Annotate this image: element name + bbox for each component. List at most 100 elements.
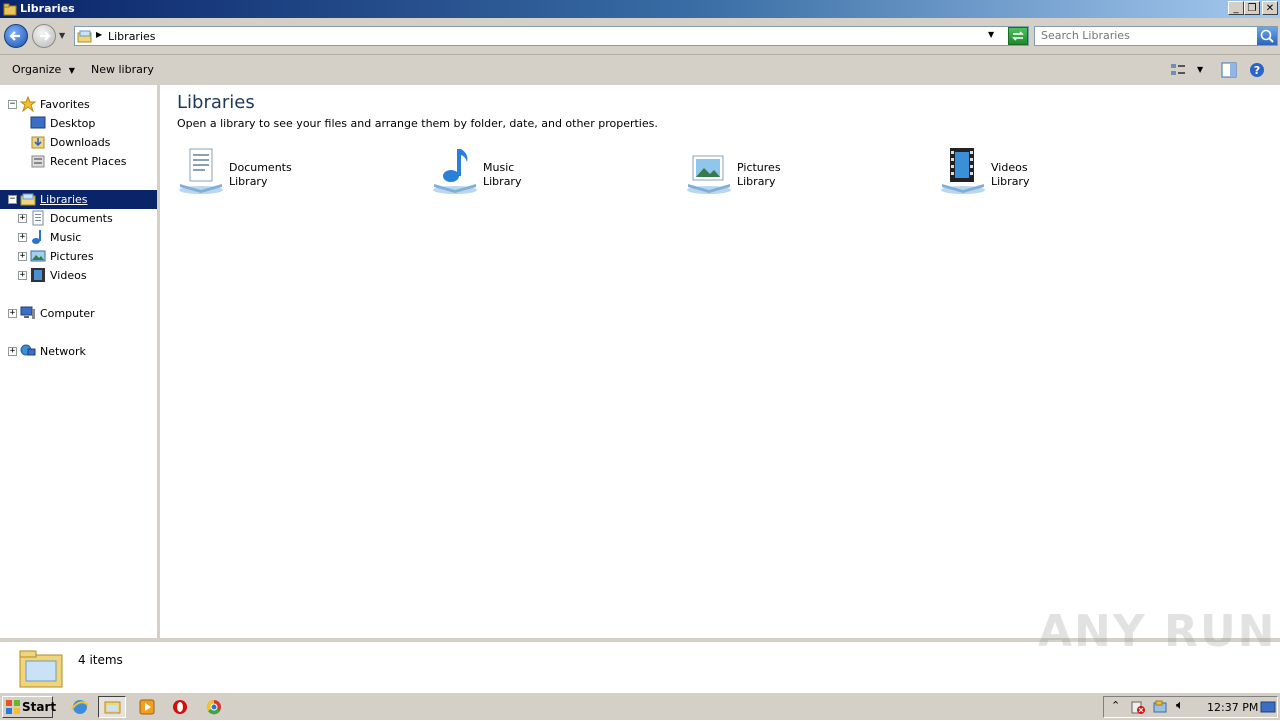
- media-player-icon: [139, 699, 155, 715]
- organize-label: Organize: [12, 63, 62, 76]
- minimize-button[interactable]: _: [1228, 1, 1244, 15]
- tree-libraries[interactable]: − Libraries: [0, 190, 157, 209]
- collapse-toggle[interactable]: −: [8, 195, 17, 204]
- library-music[interactable]: Music Library: [431, 146, 671, 202]
- recent-places-label: Recent Places: [50, 155, 127, 168]
- tree-downloads[interactable]: Downloads: [0, 133, 157, 152]
- libraries-large-icon: [19, 650, 63, 688]
- back-arrow-icon: [9, 31, 20, 41]
- collapse-toggle[interactable]: −: [8, 100, 17, 109]
- watermark: ANY RUN: [1038, 606, 1277, 657]
- window-title: Libraries: [20, 2, 75, 15]
- search-icon: [1260, 29, 1274, 43]
- opera-icon: [173, 700, 187, 714]
- star-icon: [20, 96, 36, 112]
- breadcrumb-separator-icon[interactable]: ▶: [96, 30, 102, 39]
- title-bar[interactable]: Libraries _ ❐ ✕: [0, 0, 1280, 18]
- refresh-icon: [1012, 31, 1024, 41]
- library-type: Library: [229, 175, 268, 188]
- view-options-dropdown[interactable]: ▼: [1197, 65, 1203, 74]
- address-history-dropdown[interactable]: ▼: [988, 30, 994, 39]
- tree-pictures[interactable]: + Pictures: [0, 247, 157, 266]
- refresh-button[interactable]: [1008, 27, 1028, 45]
- tree-desktop[interactable]: Desktop: [0, 114, 157, 133]
- expand-toggle[interactable]: +: [18, 214, 27, 223]
- search-box[interactable]: [1034, 26, 1278, 46]
- new-library-button[interactable]: New library: [91, 63, 154, 76]
- forward-button[interactable]: [32, 24, 56, 48]
- restore-button[interactable]: ❐: [1244, 1, 1260, 15]
- network-status-icon[interactable]: [1152, 699, 1168, 715]
- desktop-label: Desktop: [50, 117, 96, 130]
- organize-button[interactable]: Organize ▼: [12, 63, 75, 76]
- taskbar: Start ⌃ 🔈︎ 12:37 PM: [0, 692, 1280, 720]
- item-count: 4 items: [78, 653, 123, 667]
- taskbar-internet-explorer[interactable]: [66, 696, 94, 718]
- taskbar-opera[interactable]: [166, 696, 194, 718]
- pictures-label: Pictures: [50, 250, 94, 263]
- forward-arrow-icon: [40, 31, 51, 41]
- tree-documents[interactable]: + Documents: [0, 209, 157, 228]
- network-label: Network: [40, 345, 86, 358]
- network-icon: [20, 344, 36, 356]
- search-input[interactable]: [1037, 28, 1255, 43]
- chevron-down-icon: ▼: [68, 66, 75, 75]
- library-type: Library: [737, 175, 776, 188]
- library-name: Music: [483, 161, 515, 174]
- library-documents[interactable]: Documents Library: [177, 146, 417, 202]
- library-type: Library: [483, 175, 522, 188]
- documents-icon: [32, 210, 44, 226]
- expand-toggle[interactable]: +: [8, 347, 17, 356]
- command-bar: Organize ▼ New library ▼ ?: [0, 55, 1280, 85]
- taskbar-chrome[interactable]: [200, 696, 228, 718]
- music-icon: [32, 230, 41, 244]
- content-area[interactable]: Libraries Open a library to see your fil…: [160, 85, 1280, 638]
- libraries-icon: [3, 3, 17, 16]
- tree-recent-places[interactable]: Recent Places: [0, 152, 157, 171]
- taskbar-media-player[interactable]: [133, 696, 161, 718]
- libraries-label: Libraries: [40, 193, 88, 206]
- page-title: Libraries: [177, 92, 255, 113]
- taskbar-explorer[interactable]: [98, 696, 126, 718]
- search-button[interactable]: [1257, 27, 1277, 45]
- show-desktop-icon[interactable]: [1260, 700, 1276, 714]
- close-button[interactable]: ✕: [1262, 1, 1278, 15]
- tree-music[interactable]: + Music: [0, 228, 157, 247]
- documents-library-icon: [179, 148, 223, 194]
- computer-label: Computer: [40, 307, 95, 320]
- expand-toggle[interactable]: +: [8, 309, 17, 318]
- library-videos[interactable]: Videos Library: [939, 146, 1179, 202]
- volume-icon[interactable]: 🔈︎: [1176, 698, 1184, 713]
- libraries-icon: [20, 193, 36, 206]
- navigation-pane[interactable]: − Favorites Desktop Downloads Recent Pla…: [0, 85, 160, 638]
- computer-icon: [20, 306, 35, 319]
- chrome-icon: [206, 699, 221, 715]
- downloads-icon: [31, 136, 45, 149]
- preview-pane-icon[interactable]: [1221, 62, 1237, 78]
- pictures-icon: [30, 250, 46, 262]
- library-type: Library: [991, 175, 1030, 188]
- breadcrumb-libraries[interactable]: Libraries: [108, 30, 156, 43]
- videos-label: Videos: [50, 269, 87, 282]
- address-box[interactable]: ▶ Libraries ▼: [74, 26, 1029, 46]
- action-center-icon[interactable]: [1130, 699, 1146, 715]
- recent-pages-dropdown[interactable]: ▼: [59, 31, 65, 40]
- tree-favorites[interactable]: − Favorites: [0, 95, 157, 114]
- tree-network[interactable]: + Network: [0, 342, 157, 361]
- start-button[interactable]: Start: [2, 696, 56, 718]
- recent-places-icon: [31, 155, 45, 168]
- library-pictures[interactable]: Pictures Library: [685, 146, 925, 202]
- clock[interactable]: 12:37 PM: [1207, 701, 1258, 714]
- tree-videos[interactable]: + Videos: [0, 266, 157, 285]
- tree-computer[interactable]: + Computer: [0, 304, 157, 323]
- back-button[interactable]: [4, 24, 28, 48]
- change-view-icon[interactable]: [1170, 62, 1186, 78]
- expand-toggle[interactable]: +: [18, 252, 27, 261]
- show-hidden-icons-icon[interactable]: ⌃: [1111, 699, 1120, 712]
- library-name: Pictures: [737, 161, 781, 174]
- library-name: Documents: [229, 161, 292, 174]
- expand-toggle[interactable]: +: [18, 233, 27, 242]
- help-icon[interactable]: ?: [1249, 62, 1265, 78]
- expand-toggle[interactable]: +: [18, 271, 27, 280]
- downloads-label: Downloads: [50, 136, 111, 149]
